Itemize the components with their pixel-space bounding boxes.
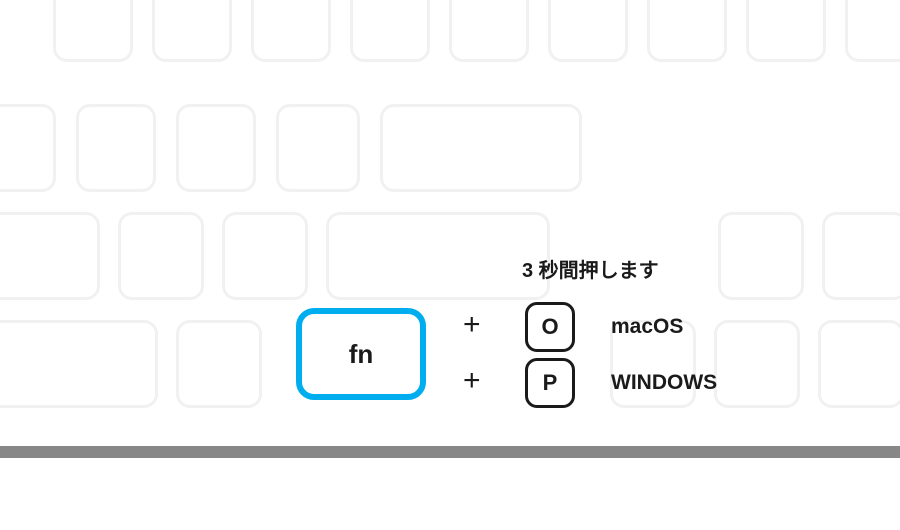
bg-key	[118, 212, 204, 300]
bg-key	[822, 212, 900, 300]
plus-icon: +	[463, 366, 481, 396]
bg-key	[0, 320, 158, 408]
bg-key	[222, 212, 308, 300]
bg-key	[818, 320, 900, 408]
bg-key	[53, 0, 133, 62]
bg-key	[714, 320, 800, 408]
shortcut-key-o: O	[525, 302, 575, 352]
bg-key	[152, 0, 232, 62]
os-label-macos: macOS	[611, 315, 683, 339]
plus-icon: +	[463, 310, 481, 340]
bg-key	[845, 0, 900, 62]
shortcut-key-p: P	[525, 358, 575, 408]
bg-key	[548, 0, 628, 62]
bg-key	[449, 0, 529, 62]
divider-bar	[0, 446, 900, 458]
os-label-windows: WINDOWS	[611, 371, 717, 395]
shortcut-key-label: P	[543, 370, 558, 396]
bg-key	[76, 104, 156, 192]
fn-key: fn	[296, 308, 426, 400]
bg-key	[746, 0, 826, 62]
bg-key	[176, 320, 262, 408]
bg-key	[326, 212, 550, 300]
bg-key	[176, 104, 256, 192]
hold-duration-caption: 3 秒間押します	[522, 254, 659, 283]
keyboard-os-shortcut-diagram: 3 秒間押します fn + + O macOS P WINDOWS	[0, 0, 900, 530]
bg-key	[350, 0, 430, 62]
bg-key	[647, 0, 727, 62]
bg-key	[0, 104, 56, 192]
bg-key	[251, 0, 331, 62]
fn-key-label: fn	[349, 339, 374, 370]
bg-key	[276, 104, 360, 192]
bg-key	[0, 212, 100, 300]
bg-key	[380, 104, 582, 192]
shortcut-key-label: O	[541, 314, 558, 340]
bg-key	[718, 212, 804, 300]
